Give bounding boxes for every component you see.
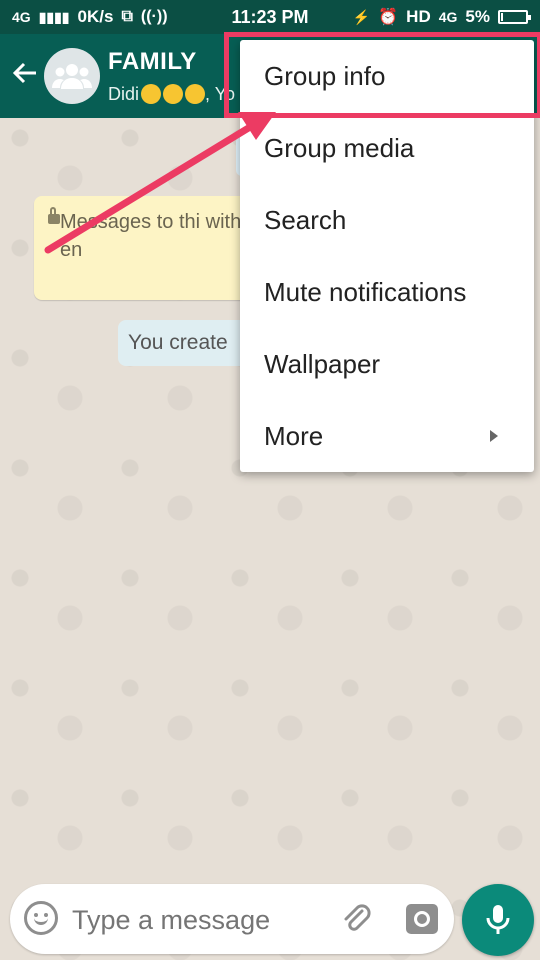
group-title[interactable]: FAMILY [108,48,197,76]
charging-icon: ⚡ [352,8,371,25]
menu-item-label: Search [264,204,347,235]
annotation-highlight-box [224,32,540,118]
attachment-icon[interactable] [340,902,372,934]
menu-item-more[interactable]: More [240,400,534,472]
menu-item-label: Wallpaper [264,348,381,379]
group-created-notice: You create [118,320,258,366]
network-right-indicator: 4G [438,9,458,25]
hotspot-icon: ((·)) [140,8,168,25]
hd-indicator: HD [406,7,431,26]
halo-emoji-icon [163,84,184,104]
submenu-arrow-icon [490,430,498,442]
message-input[interactable] [70,897,324,943]
network-indicator: 4G [12,9,31,25]
member-name: Didi [108,84,140,104]
menu-item-wallpaper[interactable]: Wallpaper [240,328,534,400]
menu-item-label: Mute notifications [264,276,467,307]
menu-item-label: Group media [264,132,415,163]
battery-icon [498,10,531,24]
menu-item-mute-notifications[interactable]: Mute notifications [240,256,534,328]
emoji-icon[interactable] [24,901,58,935]
microphone-button[interactable] [462,884,534,956]
group-avatar[interactable] [44,48,100,104]
lock-icon [48,207,60,224]
message-composer [10,884,454,954]
alarm-icon: ⏰ [378,9,399,26]
group-icon [52,64,92,89]
status-bar: 4G ▮▮▮▮ 0K/s ⧉ ((·)) 11:23 PM ⚡ ⏰ HD 4G … [0,0,540,34]
hug-emoji-icon [185,84,206,104]
smile-emoji-icon [141,84,162,104]
sim-icon: ⧉ [121,8,133,25]
menu-item-group-media[interactable]: Group media [240,112,534,184]
camera-icon[interactable] [406,904,438,934]
battery-percent: 5% [465,7,490,26]
menu-item-label: More [264,420,324,451]
microphone-icon [486,905,510,934]
group-members[interactable]: Didi, Yo [108,84,235,105]
speed-indicator: 0K/s [77,7,114,26]
menu-item-search[interactable]: Search [240,184,534,256]
signal-icon: ▮▮▮▮ [38,8,70,25]
back-arrow-icon[interactable] [10,58,40,88]
